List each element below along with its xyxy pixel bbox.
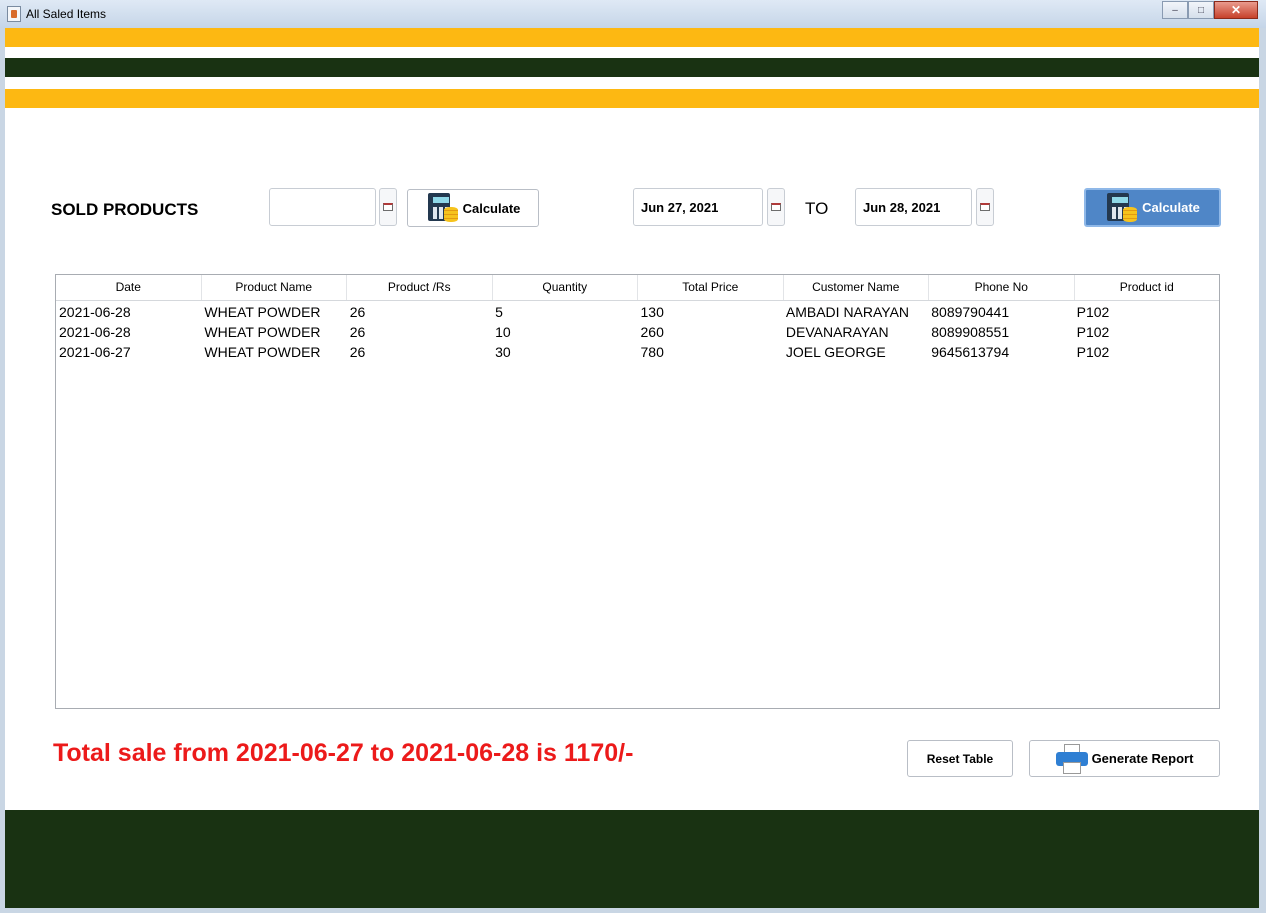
table-cell: P102 (1076, 324, 1110, 340)
table-cell: 2021-06-28 (59, 324, 131, 340)
window-title: All Saled Items (26, 7, 107, 21)
table-cell: WHEAT POWDER (204, 304, 321, 320)
from-date-calendar-button[interactable] (767, 188, 785, 226)
calculate-range-label: Calculate (1142, 200, 1200, 215)
column-header[interactable]: Product Name (202, 275, 347, 300)
table-cell: 2021-06-28 (59, 304, 131, 320)
page-title: SOLD PRODUCTS (51, 200, 199, 219)
table-cell: 10 (495, 324, 511, 340)
table-cell: 260 (640, 324, 664, 340)
table-cell: WHEAT POWDER (204, 324, 321, 340)
column-header[interactable]: Phone No (929, 275, 1075, 300)
table-cell: 26 (349, 324, 366, 340)
calendar-icon (771, 203, 781, 211)
to-label: TO (805, 199, 829, 218)
single-date-field[interactable] (269, 188, 376, 226)
table-cell: WHEAT POWDER (204, 344, 321, 360)
table-cell: 26 (349, 304, 366, 320)
table-cell: 9645613794 (931, 344, 1010, 360)
table-cell: AMBADI NARAYAN (785, 304, 910, 320)
column-header[interactable]: Product /Rs (347, 275, 493, 300)
close-button[interactable]: ✕ (1214, 1, 1258, 19)
table-cell: DEVANARAYAN (785, 324, 889, 340)
reset-table-label: Reset Table (926, 751, 994, 766)
table-cell: 5 (495, 304, 503, 320)
calendar-icon (383, 203, 393, 211)
table-cell: 30 (495, 344, 511, 360)
calculate-single-label: Calculate (462, 200, 521, 216)
top-green-stripe (5, 58, 1259, 77)
column-header[interactable]: Quantity (493, 275, 638, 300)
minimize-button[interactable]: – (1162, 1, 1188, 19)
generate-report-button[interactable]: Generate Report (1029, 740, 1220, 777)
table-cell: JOEL GEORGE (785, 344, 886, 360)
table-body: 2021-06-28 WHEAT POWDER 26 5 130 AMBADI … (56, 301, 1219, 362)
table-cell: P102 (1076, 344, 1110, 360)
printer-icon (1055, 743, 1088, 774)
table-cell: 26 (349, 344, 366, 360)
calendar-icon (980, 203, 990, 211)
column-header[interactable]: Total Price (638, 275, 784, 300)
footer-band (5, 810, 1259, 908)
table-cell: 130 (640, 304, 664, 320)
sales-table[interactable]: Date Product Name Product /Rs Quantity T… (55, 274, 1220, 709)
calculate-range-button[interactable]: Calculate (1084, 188, 1221, 227)
column-header[interactable]: Product id (1075, 275, 1220, 300)
title-bar: All Saled Items – □ ✕ (0, 0, 1266, 28)
calculate-single-button[interactable]: Calculate (407, 189, 539, 227)
table-row[interactable]: 2021-06-27 WHEAT POWDER 26 30 780 JOEL G… (56, 342, 1219, 362)
main-panel: SOLD PRODUCTS Calculate Jun 27, 2021 TO … (5, 28, 1259, 908)
table-row[interactable]: 2021-06-28 WHEAT POWDER 26 10 260 DEVANA… (56, 322, 1219, 342)
to-date-field[interactable]: Jun 28, 2021 (855, 188, 972, 226)
from-date-field[interactable]: Jun 27, 2021 (633, 188, 763, 226)
column-header[interactable]: Date (56, 275, 202, 300)
single-date-calendar-button[interactable] (379, 188, 397, 226)
total-sale-summary: Total sale from 2021-06-27 to 2021-06-28… (53, 739, 634, 767)
generate-report-label: Generate Report (1091, 751, 1194, 766)
calculator-coins-icon (1105, 192, 1139, 224)
reset-table-button[interactable]: Reset Table (907, 740, 1013, 777)
to-date-calendar-button[interactable] (976, 188, 994, 226)
table-cell: 2021-06-27 (59, 344, 131, 360)
window-controls: – □ ✕ (1162, 1, 1258, 19)
table-cell: 8089790441 (931, 304, 1010, 320)
java-app-icon (7, 6, 21, 22)
maximize-button[interactable]: □ (1188, 1, 1214, 19)
table-cell: P102 (1076, 304, 1110, 320)
table-cell: 8089908551 (931, 324, 1010, 340)
table-row[interactable]: 2021-06-28 WHEAT POWDER 26 5 130 AMBADI … (56, 302, 1219, 322)
top-yellow-stripe (5, 28, 1259, 47)
bottom-yellow-stripe (5, 89, 1259, 108)
table-cell: 780 (640, 344, 664, 360)
column-header[interactable]: Customer Name (784, 275, 929, 300)
table-header: Date Product Name Product /Rs Quantity T… (56, 275, 1219, 301)
calculator-coins-icon (426, 192, 460, 224)
